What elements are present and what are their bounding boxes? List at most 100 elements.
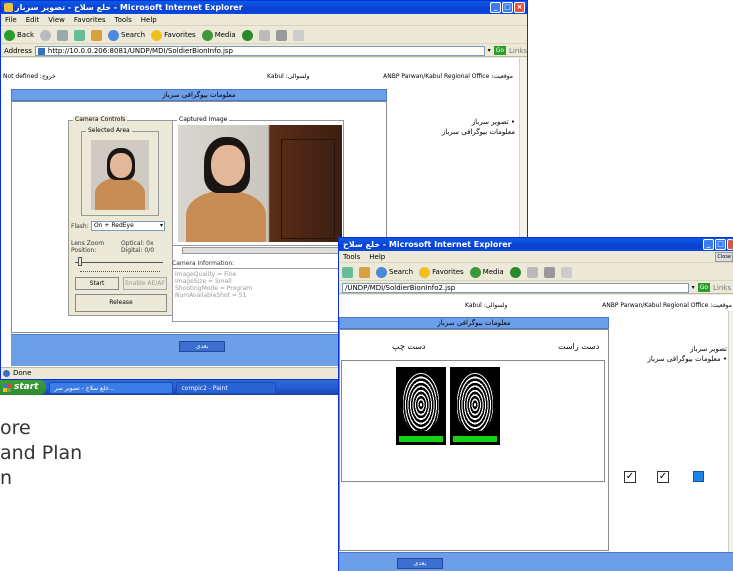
minimize-button-2[interactable]: _ [703,239,714,250]
slide-text-line-2: and Plan [0,442,83,464]
enable-ae-button[interactable]: Enable AE/AF [123,277,167,290]
menu-edit[interactable]: Edit [26,15,40,25]
main-panel: Camera Controls Selected Area Flash: On … [11,101,387,333]
address-input-2[interactable]: /UNDP/MDI/SoldierBionInfo2.jsp [342,282,689,293]
media-button[interactable]: Media [201,29,236,41]
menu-tools[interactable]: Tools [115,15,132,25]
links-button[interactable]: Links [509,47,527,55]
side-item-photo-2[interactable]: تصویر سرباز [615,344,727,354]
search-label-2: Search [389,268,414,276]
media-button-2[interactable]: Media [469,266,504,278]
vertical-scrollbar-2[interactable] [728,311,733,571]
search-button[interactable]: Search [108,29,146,41]
menu-favorites[interactable]: Favorites [74,15,106,25]
right-hand-label: دست راست [558,342,600,351]
forward-arrow-icon [40,29,51,41]
maximize-button-2[interactable]: □ [715,239,726,250]
checkbox-2[interactable]: ✓ [657,471,669,483]
home-icon[interactable] [91,29,102,41]
close-button-2[interactable] [727,239,733,250]
next-button-2[interactable]: بعدی [397,558,443,569]
side-item-photo[interactable]: تصویر سرباز • [397,117,515,127]
back-button[interactable]: Back [4,29,34,41]
forward-button[interactable] [40,29,51,41]
mail-icon[interactable] [526,266,538,278]
minimize-button[interactable]: _ [490,2,501,13]
edit-icon[interactable] [560,266,572,278]
window-titlebar[interactable]: خلع سلاح - تصویر سرباز - Microsoft Inter… [1,1,527,14]
page-header-2: معلومات بیوگرافی سرباز [339,317,609,329]
favorites-button[interactable]: Favorites [151,29,196,41]
maximize-button[interactable]: □ [502,2,513,13]
page-content-2: Kabul :ولسوالی ANBP Parwan/Kabul Regiona… [339,295,733,571]
side-nav-2: تصویر سرباز معلومات بیوگرافی سرباز • [615,344,727,364]
taskbar-item-ie[interactable]: خلع سلاح - تصویر سر... [49,381,174,394]
menu-help-2[interactable]: Help [369,252,385,262]
search-icon [376,266,387,278]
camera-controls-group: Camera Controls Selected Area Flash: On … [68,116,173,316]
ie-window-second: خلع سلاح - Microsoft Internet Explorer _… [338,237,733,571]
address-input[interactable]: http://10.0.0.206:8081/UNDP/MDI/SoldierB… [34,45,485,56]
address-label: Address [4,46,32,55]
menu-view[interactable]: View [48,15,65,25]
window-title-2: خلع سلاح - Microsoft Internet Explorer [343,240,512,249]
captured-image [178,125,342,242]
edit-icon[interactable] [292,29,304,41]
toolbar-2: Search Favorites Media [339,264,733,281]
next-button[interactable]: بعدی [179,341,225,352]
favorites-label: Favorites [164,31,196,39]
history-icon[interactable] [241,29,253,41]
back-label: Back [17,31,34,39]
selected-area-group: Selected Area [81,127,159,216]
address-dropdown-icon[interactable]: ▾ [692,284,695,291]
page-header: معلومات بیوگرافی سرباز [11,89,387,101]
refresh-icon[interactable] [74,29,85,41]
stop-icon[interactable] [57,29,68,41]
menu-file[interactable]: File [5,15,17,25]
go-button[interactable]: Go [493,46,507,55]
selected-area-legend: Selected Area [86,127,132,134]
window-title: خلع سلاح - تصویر سرباز - Microsoft Inter… [15,3,243,12]
status-center: Kabul :ولسوالی [267,73,310,80]
page-icon [37,47,45,55]
release-button[interactable]: Release [75,294,167,312]
start-button[interactable]: start [0,380,47,395]
status-done: Done [13,369,32,377]
menu-tools-2[interactable]: Tools [343,252,360,262]
favorites-button-2[interactable]: Favorites [419,266,464,278]
home-icon[interactable] [359,266,370,278]
menu-help[interactable]: Help [141,15,157,25]
refresh-icon[interactable] [342,266,353,278]
camera-info-line: ImageQuality = Fine [175,271,237,278]
search-button-2[interactable]: Search [376,266,414,278]
menu-bar-2: Tools Help Close [339,252,733,263]
status-center-2: Kabul :ولسوالی [465,302,508,309]
side-item-bio-2[interactable]: معلومات بیوگرافی سرباز • [615,354,727,364]
print-icon[interactable] [275,29,287,41]
close-button[interactable]: × [514,2,525,13]
history-icon[interactable] [509,266,521,278]
links-button-2[interactable]: Links [713,284,733,292]
address-url-2: /UNDP/MDI/SoldierBionInfo2.jsp [345,283,456,292]
slide-text-line-3: n [0,467,13,489]
taskbar-item-paint[interactable]: compic2 - Paint [176,381,277,394]
media-label-2: Media [482,268,504,276]
fingerprint-panel: دست چپ دست راست [339,329,609,551]
media-icon [469,266,481,278]
window-titlebar-2[interactable]: خلع سلاح - Microsoft Internet Explorer _… [339,238,733,251]
zoom-slider-thumb[interactable] [78,257,82,266]
search-label: Search [121,31,146,39]
mail-icon[interactable] [258,29,270,41]
start-button[interactable]: Start [75,277,119,290]
side-item-bio[interactable]: معلومات بیوگرافی سرباز [397,127,515,137]
done-icon [3,370,10,377]
checkbox-1[interactable]: ✓ [624,471,636,483]
horizontal-scrollbar[interactable] [182,247,342,254]
captured-image-group: Captured Image [172,116,344,246]
print-icon[interactable] [543,266,555,278]
zoom-slider-track[interactable] [75,262,163,263]
flash-select[interactable]: On + RedEye ▾ [91,221,165,231]
flash-select-value: On + RedEye [94,222,134,229]
go-button-2[interactable]: Go [697,283,711,292]
address-dropdown-icon[interactable]: ▾ [488,47,491,54]
